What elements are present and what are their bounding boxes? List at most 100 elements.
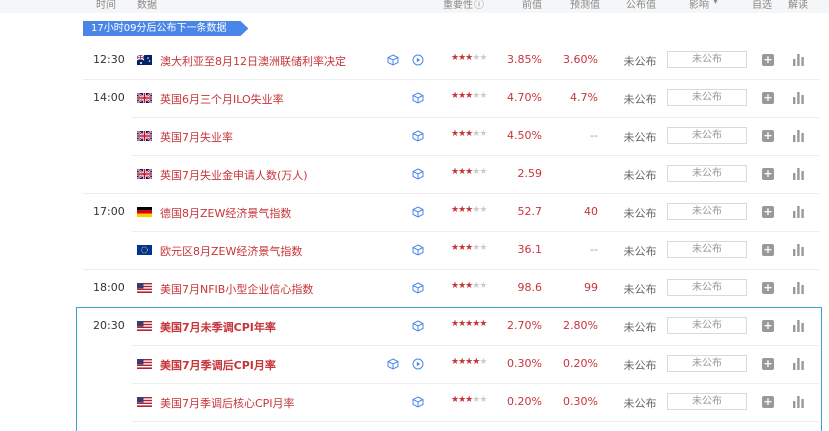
indicator-name[interactable]: 美国7月未季调CPI年率 (160, 319, 276, 335)
cube-icon[interactable] (412, 130, 424, 142)
forecast-value: 2.80% (563, 319, 598, 332)
chart-bars-icon[interactable] (793, 282, 804, 294)
cube-icon[interactable] (412, 168, 424, 180)
australia-flag-icon (137, 55, 152, 65)
next-release-banner: 17小时09分后公布下一条数据 (83, 21, 248, 36)
add-watchlist-icon[interactable]: + (762, 358, 774, 370)
forecast-value: 3.60% (563, 53, 598, 66)
indicator-name[interactable]: 英国7月失业率 (160, 129, 233, 145)
header-time: 时间 (96, 0, 116, 11)
cube-icon[interactable] (387, 54, 399, 66)
impact-box: 未公布 (667, 89, 747, 106)
previous-value: 4.70% (507, 91, 542, 104)
indicator-name[interactable]: 英国6月三个月ILO失业率 (160, 91, 284, 107)
forecast-value: 4.7% (570, 91, 598, 104)
impact-box: 未公布 (667, 241, 747, 258)
previous-value: 98.6 (517, 281, 543, 294)
add-watchlist-icon[interactable]: + (762, 396, 774, 408)
table-row: 18:00 美国7月NFIB小型企业信心指数 ★★★★★ 98.6 99 未公布 未公布 + (0, 270, 829, 308)
cube-icon[interactable] (412, 92, 424, 104)
cube-icon[interactable] (387, 358, 399, 370)
forecast-value: 99 (584, 281, 598, 294)
add-watchlist-icon[interactable]: + (762, 320, 774, 332)
impact-box: 未公布 (667, 393, 747, 410)
cube-icon[interactable] (412, 244, 424, 256)
chart-bars-icon[interactable] (793, 130, 804, 142)
chart-bars-icon[interactable] (793, 396, 804, 408)
cube-icon[interactable] (412, 206, 424, 218)
indicator-name[interactable]: 德国8月ZEW经济景气指数 (160, 205, 291, 221)
add-watchlist-icon[interactable]: + (762, 92, 774, 104)
importance-stars: ★★★★★ (451, 205, 487, 215)
table-header: 时间 数据 重要性 ⓘ 前值 预测值 公布值 影响 ▾ 自选 解读 (0, 0, 829, 13)
release-time: 20:30 (93, 319, 125, 332)
importance-stars: ★★★★★ (451, 91, 487, 101)
row-divider (132, 421, 819, 422)
chart-bars-icon[interactable] (793, 54, 804, 66)
info-icon[interactable]: ⓘ (474, 0, 484, 11)
impact-box: 未公布 (667, 279, 747, 296)
uk-flag-icon (137, 93, 152, 103)
indicator-name[interactable]: 美国7月季调后核心CPI月率 (160, 395, 295, 411)
importance-stars: ★★★★★ (451, 129, 487, 139)
add-watchlist-icon[interactable]: + (762, 244, 774, 256)
chart-bars-icon[interactable] (793, 206, 804, 218)
table-row: 美国7月季调后核心CPI月率 ★★★★★ 0.20% 0.30% 未公布 未公布 + (0, 384, 829, 422)
header-forecast: 预测值 (570, 0, 600, 11)
impact-box: 未公布 (667, 127, 747, 144)
play-icon[interactable] (412, 54, 424, 66)
indicator-name[interactable]: 澳大利亚至8月12日澳洲联储利率决定 (160, 53, 346, 69)
header-explain: 解读 (788, 0, 808, 11)
indicator-name[interactable]: 欧元区8月ZEW经济景气指数 (160, 243, 302, 259)
table-row: 17:00 德国8月ZEW经济景气指数 ★★★★★ 52.7 40 未公布 未公布 + (0, 194, 829, 232)
chart-bars-icon[interactable] (793, 244, 804, 256)
calendar-table: 12:30 澳大利亚至8月12日澳洲联储利率决定 ★★★★★ 3.85% 3.60% 未公… (0, 42, 829, 422)
cube-icon[interactable] (412, 282, 424, 294)
table-row: 12:30 澳大利亚至8月12日澳洲联储利率决定 ★★★★★ 3.85% 3.60% 未公… (0, 42, 829, 80)
chart-bars-icon[interactable] (793, 358, 804, 370)
us-flag-icon (137, 397, 152, 407)
indicator-name[interactable]: 英国7月失业金申请人数(万人) (160, 167, 308, 183)
indicator-name[interactable]: 美国7月NFIB小型企业信心指数 (160, 281, 313, 297)
previous-value: 0.30% (507, 357, 542, 370)
importance-stars: ★★★★★ (451, 319, 487, 329)
forecast-value: 40 (584, 205, 598, 218)
table-row: 14:00 英国6月三个月ILO失业率 ★★★★★ 4.70% 4.7% 未公布 未公布 + (0, 80, 829, 118)
chart-bars-icon[interactable] (793, 168, 804, 180)
chart-bars-icon[interactable] (793, 320, 804, 332)
previous-value: 52.7 (517, 205, 543, 218)
previous-value: 0.20% (507, 395, 542, 408)
sort-icon[interactable]: ▾ (713, 0, 718, 7)
table-row: 美国7月季调后CPI月率 ★★★★★ 0.30% 0.20% 未公布 未公布 + (0, 346, 829, 384)
header-published: 公布值 (626, 0, 656, 11)
release-time: 17:00 (93, 205, 125, 218)
impact-box: 未公布 (667, 165, 747, 182)
play-icon[interactable] (412, 358, 424, 370)
add-watchlist-icon[interactable]: + (762, 282, 774, 294)
table-row: 欧元区8月ZEW经济景气指数 ★★★★★ 36.1 -- 未公布 未公布 + (0, 232, 829, 270)
add-watchlist-icon[interactable]: + (762, 206, 774, 218)
published-value: 未公布 (623, 359, 657, 372)
previous-value: 2.70% (507, 319, 542, 332)
add-watchlist-icon[interactable]: + (762, 54, 774, 66)
published-value: 未公布 (623, 321, 657, 334)
published-value: 未公布 (623, 93, 657, 106)
us-flag-icon (137, 359, 152, 369)
cube-icon[interactable] (412, 396, 424, 408)
forecast-value: 0.20% (563, 357, 598, 370)
add-watchlist-icon[interactable]: + (762, 130, 774, 142)
previous-value: 36.1 (517, 243, 543, 256)
uk-flag-icon (137, 169, 152, 179)
add-watchlist-icon[interactable]: + (762, 168, 774, 180)
impact-box: 未公布 (667, 203, 747, 220)
header-watchlist: 自选 (752, 0, 772, 11)
impact-box: 未公布 (667, 355, 747, 372)
indicator-name[interactable]: 美国7月季调后CPI月率 (160, 357, 276, 373)
forecast-value: -- (590, 129, 598, 142)
impact-box: 未公布 (667, 51, 747, 68)
uk-flag-icon (137, 131, 152, 141)
published-value: 未公布 (623, 55, 657, 68)
cube-icon[interactable] (412, 320, 424, 332)
chart-bars-icon[interactable] (793, 92, 804, 104)
forecast-value: 0.30% (563, 395, 598, 408)
